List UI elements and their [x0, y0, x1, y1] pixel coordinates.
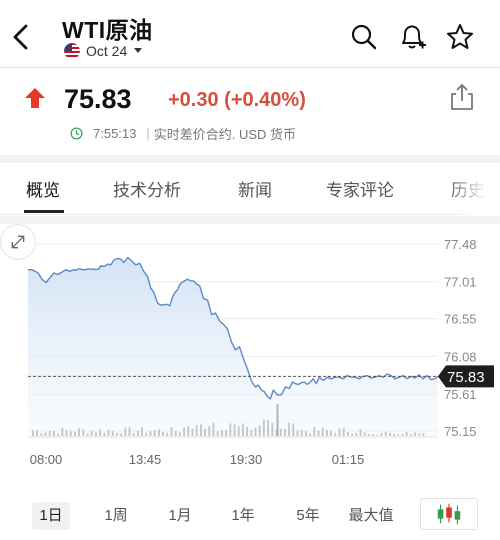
tab-bar: 概览 技术分析 新闻 专家评论 历史数据 [0, 163, 500, 215]
share-icon[interactable] [448, 82, 476, 112]
contract-selector[interactable]: Oct 24 [64, 43, 143, 59]
app-header: WTI原油 Oct 24 [0, 0, 500, 68]
y-tick-label: 76.55 [444, 312, 477, 327]
candlestick-icon[interactable] [420, 498, 478, 530]
tab-analysis[interactable]: 专家评论 [326, 176, 394, 201]
price-change: +0.30 (+0.40%) [168, 89, 306, 111]
us-flag-icon [64, 43, 80, 59]
tab-news[interactable]: 新闻 [238, 176, 272, 201]
bell-plus-icon[interactable] [397, 22, 427, 52]
section-divider [0, 155, 500, 163]
clock-icon [70, 127, 83, 140]
tab-overview[interactable]: 概览 [26, 176, 60, 201]
tab-history[interactable]: 历史数据 [451, 176, 500, 201]
quote-timestamp-row: 7:55:13 | 实时差价合约. USD 货币 [70, 124, 296, 143]
y-tick-label: 75.15 [444, 424, 477, 439]
section-divider [0, 216, 500, 224]
x-tick-label: 13:45 [129, 452, 162, 467]
range-selector: 1日 1周 1月 1年 5年 最大值 [0, 492, 500, 540]
expand-chart-icon[interactable] [0, 224, 36, 260]
x-tick-label: 08:00 [30, 452, 63, 467]
y-tick-label: 76.08 [444, 349, 477, 364]
page-title: WTI原油 [62, 17, 153, 43]
y-tick-label: 75.61 [444, 387, 477, 402]
caret-down-icon [134, 48, 143, 53]
range-1d[interactable]: 1日 [32, 502, 70, 530]
up-arrow-icon [25, 88, 45, 108]
range-1w[interactable]: 1周 [98, 502, 134, 530]
x-tick-label: 01:15 [332, 452, 365, 467]
contract-label: Oct 24 [86, 43, 128, 59]
x-tick-label: 19:30 [230, 452, 263, 467]
last-price-tag: 75.83 [438, 365, 494, 388]
quote-info: 实时差价合约. USD 货币 [153, 127, 297, 142]
range-max[interactable]: 最大值 [343, 502, 399, 530]
y-tick-label: 77.01 [444, 275, 477, 290]
price-chart-svg: 77.48 77.01 76.55 76.08 75.61 75.15 08:00 13:4… [28, 237, 494, 467]
last-price-tag-label: 75.83 [447, 369, 485, 386]
star-icon[interactable] [445, 22, 475, 52]
quote-panel: 75.83 +0.30 (+0.40%) 7:55:13 | 实时差价合约. U… [0, 69, 500, 155]
price-chart[interactable]: 77.48 77.01 76.55 76.08 75.61 75.15 08:00 13:4… [0, 224, 500, 488]
back-arrow-icon[interactable] [8, 22, 34, 52]
range-1y[interactable]: 1年 [225, 502, 261, 530]
y-tick-label: 77.48 [444, 237, 477, 252]
active-tab-indicator [24, 210, 64, 213]
divider: | [146, 126, 150, 141]
quote-time: 7:55:13 [93, 126, 137, 141]
range-5y[interactable]: 5年 [290, 502, 326, 530]
range-1m[interactable]: 1月 [162, 502, 198, 530]
tab-technical[interactable]: 技术分析 [113, 176, 181, 201]
price-area [28, 257, 438, 437]
search-icon[interactable] [349, 22, 379, 52]
last-price: 75.83 [64, 84, 132, 114]
